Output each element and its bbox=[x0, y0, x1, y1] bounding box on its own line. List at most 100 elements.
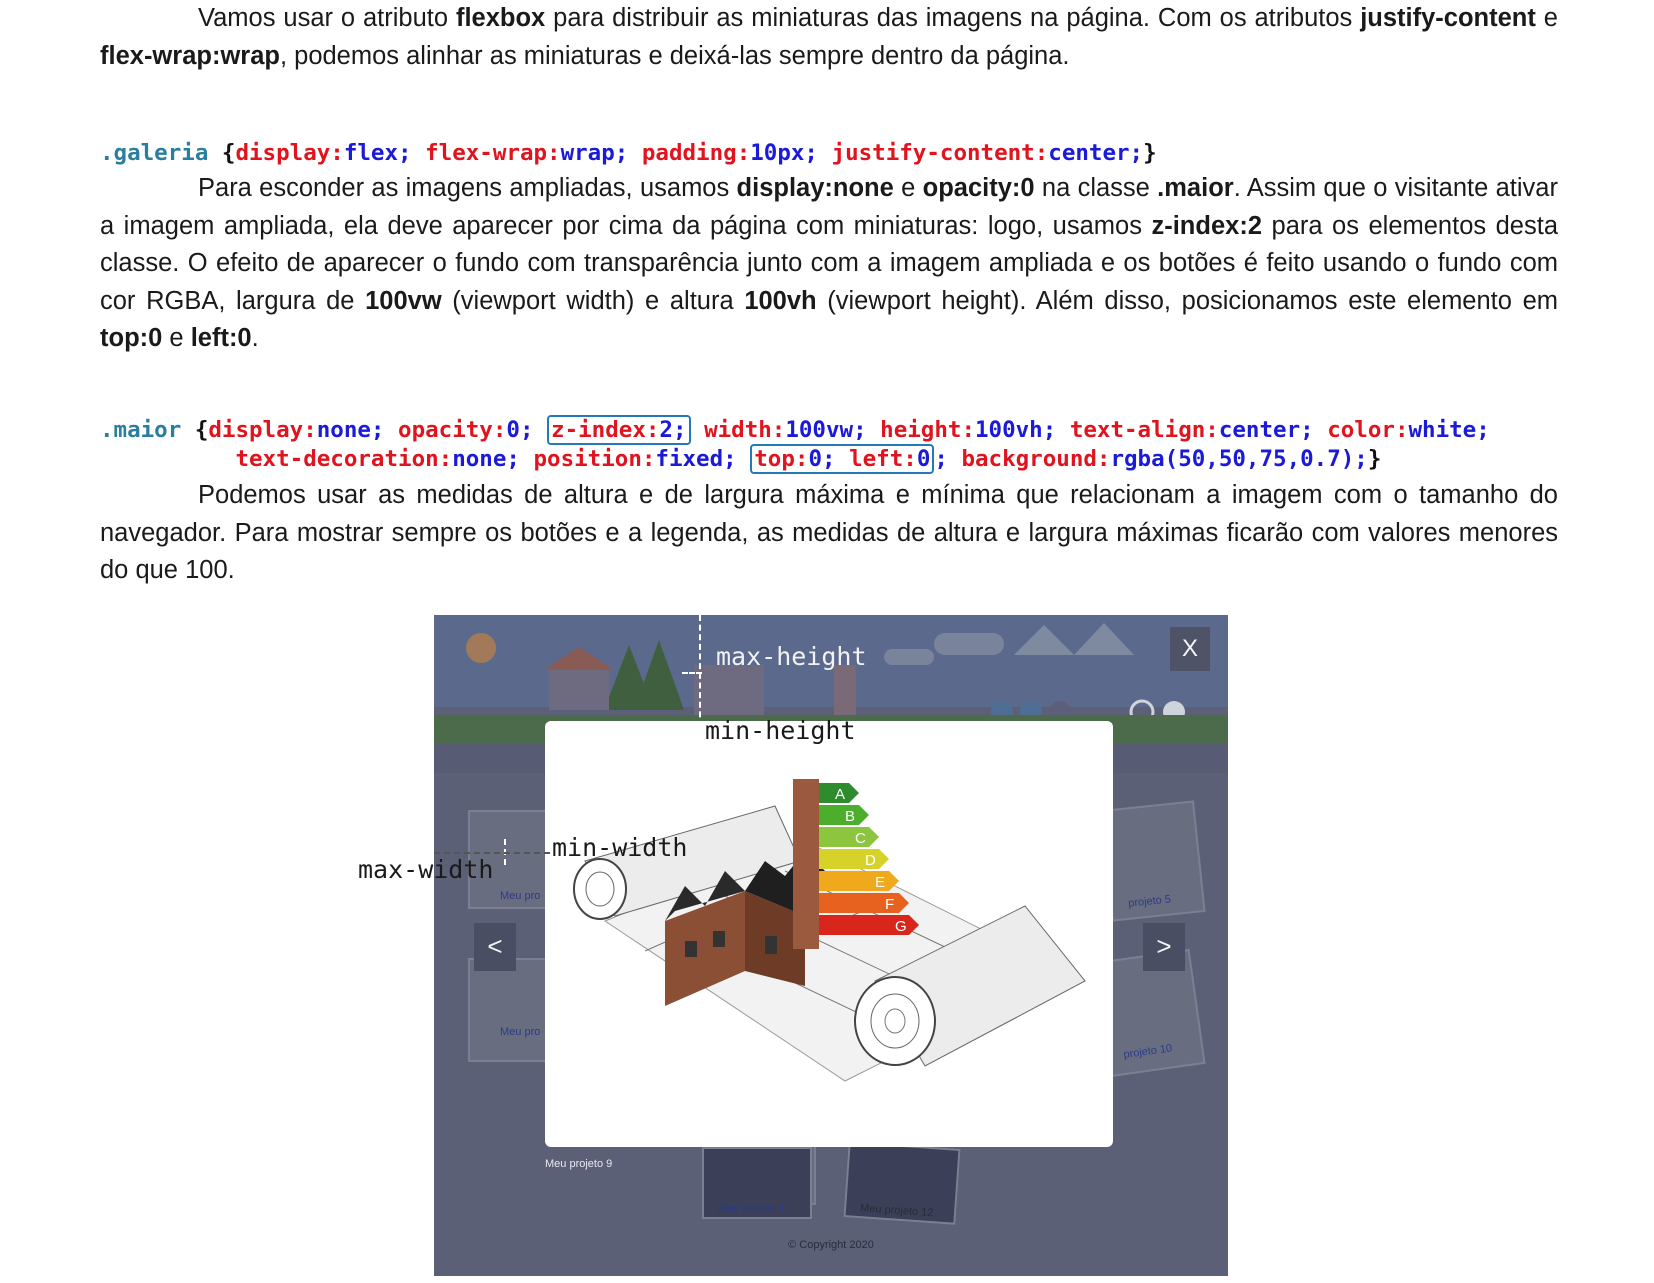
code1-val: flex; bbox=[343, 140, 412, 166]
thumbnail-label: Meu projeto 12 bbox=[859, 1202, 934, 1220]
max-width-annotation: max-width bbox=[358, 855, 494, 884]
p2-bold: opacity:0 bbox=[922, 174, 1035, 202]
code1-val: 10px; bbox=[750, 140, 818, 166]
windmill-icon bbox=[834, 665, 856, 715]
chimney bbox=[793, 779, 819, 949]
code2-val: none; bbox=[316, 417, 385, 443]
energy-bar bbox=[819, 893, 909, 913]
energy-bar-letter: F bbox=[885, 896, 894, 913]
code2-prop: background: bbox=[961, 446, 1111, 472]
max-width-guide-outside bbox=[434, 852, 550, 854]
code2-prop: height: bbox=[880, 417, 975, 443]
p1-text-d: e bbox=[1535, 4, 1558, 32]
code1-prop: flex-wrap: bbox=[425, 140, 561, 166]
code1-prop: display: bbox=[235, 140, 344, 166]
p2-text: Para esconder as imagens ampliadas, usam… bbox=[198, 174, 737, 202]
code-maior: .maior {display:none; opacity:0; z-index… bbox=[100, 387, 1490, 474]
thumbnail-label: projeto 5 bbox=[1127, 893, 1172, 910]
code1-selector: .galeria bbox=[100, 140, 209, 166]
code2-prop: left: bbox=[849, 446, 917, 472]
energy-efficiency-illustration: ABCDEFG bbox=[573, 779, 1086, 1082]
code2-val: white; bbox=[1408, 417, 1490, 443]
energy-bar bbox=[819, 849, 889, 869]
paragraph-medidas: Podemos usar as medidas de altura e de l… bbox=[100, 477, 1558, 590]
p2-bold: left:0 bbox=[190, 324, 252, 352]
p1-text-a: Vamos usar o atributo bbox=[198, 4, 456, 32]
code2-close: } bbox=[1367, 446, 1382, 472]
code2-val: 100vh; bbox=[975, 417, 1057, 443]
p2-text: . bbox=[251, 324, 259, 352]
p2-bold: 100vh bbox=[744, 286, 817, 315]
p1-bold-flexwrap: flex-wrap:wrap bbox=[100, 41, 280, 70]
code2-val: rgba(50,50,75,0.7); bbox=[1110, 446, 1368, 472]
code2-prop: z-index: bbox=[551, 417, 660, 443]
code2-prop: color: bbox=[1327, 417, 1409, 443]
copyright-text: © Copyright 2020 bbox=[788, 1239, 874, 1251]
code2-prop: display: bbox=[208, 417, 317, 443]
energy-bar bbox=[819, 827, 879, 847]
max-height-guide bbox=[699, 615, 701, 727]
house-icon bbox=[694, 665, 764, 715]
mountain-icon bbox=[1014, 625, 1074, 655]
code1-val: wrap; bbox=[560, 140, 629, 166]
code1-val: center; bbox=[1048, 140, 1144, 166]
code2-val: 0; bbox=[506, 417, 534, 443]
min-height-annotation: min-height bbox=[705, 716, 856, 745]
code1-prop: padding: bbox=[641, 140, 751, 166]
max-height-tick bbox=[682, 672, 702, 674]
energy-bar-letter: A bbox=[835, 786, 845, 803]
thumbnail-label: Meu pro bbox=[500, 1026, 541, 1038]
close-button[interactable]: X bbox=[1170, 627, 1210, 671]
previous-button[interactable]: < bbox=[474, 923, 516, 971]
p1-bold-justify: justify-content bbox=[1360, 4, 1536, 32]
p2-text: na classe bbox=[1034, 174, 1158, 202]
gallery-screenshot-figure: Meu pro Meu pro projeto 5 projeto 10 Meu… bbox=[434, 615, 1228, 1276]
p2-bold: z-index:2 bbox=[1151, 211, 1263, 240]
p3-text: Podemos usar as medidas de altura e de l… bbox=[100, 481, 1558, 584]
p2-text: e bbox=[893, 174, 923, 202]
next-button[interactable]: > bbox=[1143, 923, 1185, 971]
code2-val: center; bbox=[1218, 417, 1314, 443]
code2-val: 2; bbox=[659, 417, 687, 443]
code2-val: 0; bbox=[808, 446, 836, 472]
code2-val: ; bbox=[934, 446, 948, 472]
code2-prop: top: bbox=[754, 446, 809, 472]
p2-text: (viewport height). Além disso, posiciona… bbox=[816, 286, 1559, 315]
p1-text-c: para distribuir as miniaturas das imagen… bbox=[545, 4, 1361, 32]
p2-text: e bbox=[162, 324, 191, 352]
house-roof-icon bbox=[544, 647, 614, 670]
code2-prop: text-decoration: bbox=[235, 446, 453, 472]
thumbnail-label: projeto 10 bbox=[1122, 1042, 1173, 1062]
energy-bar-letter: E bbox=[875, 874, 885, 891]
p2-bold: top:0 bbox=[100, 324, 163, 352]
code2-prop: width: bbox=[704, 417, 786, 443]
thumbnail[interactable]: Meu projeto 11 bbox=[702, 1147, 812, 1219]
code2-val: 0 bbox=[916, 446, 931, 472]
energy-bar bbox=[819, 805, 869, 825]
paragraph-flexbox: Vamos usar o atributo flexbox para distr… bbox=[100, 0, 1558, 75]
p2-bold: display:none bbox=[736, 174, 894, 202]
p2-text: (viewport width) e altura bbox=[441, 286, 745, 315]
code-galeria: .galeria {display:flex; flex-wrap:wrap; … bbox=[100, 110, 1157, 168]
thumbnail[interactable]: Meu projeto 12 bbox=[843, 1141, 961, 1225]
paragraph-maior: Para esconder as imagens ampliadas, usam… bbox=[100, 170, 1558, 358]
p1-bold-flexbox: flexbox bbox=[455, 4, 546, 32]
mountain-icon bbox=[1074, 623, 1134, 655]
code2-selector: .maior bbox=[100, 417, 182, 443]
code2-val: fixed; bbox=[655, 446, 737, 472]
code2-prop: text-align: bbox=[1069, 417, 1219, 443]
enlarged-image-panel: ABCDEFG bbox=[545, 721, 1113, 1147]
p2-bold: 100vw bbox=[365, 286, 442, 315]
energy-bar bbox=[819, 871, 899, 891]
code1-close: } bbox=[1143, 140, 1157, 166]
max-height-annotation: max-height bbox=[716, 642, 867, 671]
thumbnail[interactable]: Meu pro bbox=[468, 958, 552, 1062]
energy-bar-letter: B bbox=[845, 808, 855, 825]
code2-val: none; bbox=[452, 446, 520, 472]
thumbnail[interactable]: projeto 5 bbox=[1100, 800, 1206, 922]
code1-prop: justify-content: bbox=[831, 140, 1049, 166]
p2-bold: .maior bbox=[1157, 174, 1234, 202]
code2-prop: position: bbox=[533, 446, 656, 472]
code2-val: 100vw; bbox=[785, 417, 867, 443]
min-width-annotation: min-width bbox=[552, 833, 688, 862]
